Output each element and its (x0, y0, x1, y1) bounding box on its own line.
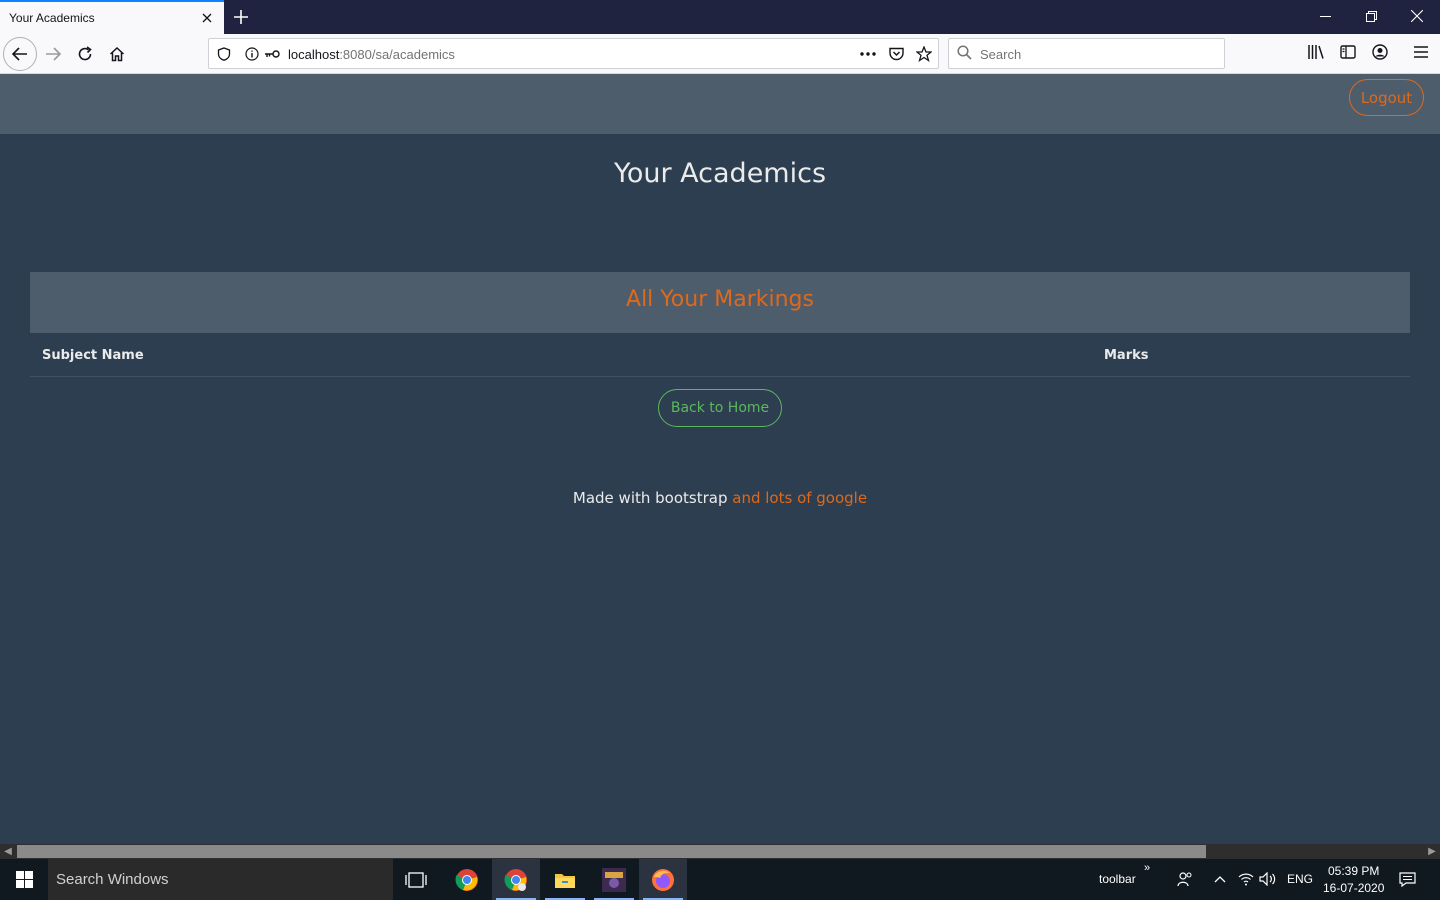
firefox-icon[interactable] (639, 859, 687, 900)
notifications-icon[interactable] (1397, 869, 1417, 889)
new-tab-button[interactable] (230, 6, 252, 28)
search-icon (957, 45, 972, 65)
url-host: localhost (288, 47, 340, 62)
network-icon[interactable] (1236, 869, 1256, 889)
app-thumbnail-icon[interactable] (590, 859, 638, 900)
close-window-icon[interactable] (1394, 0, 1440, 32)
back-to-home-button[interactable]: Back to Home (658, 389, 782, 427)
page-actions-menu-icon[interactable] (859, 45, 877, 63)
pocket-icon[interactable] (887, 45, 905, 63)
scroll-right-arrow-icon[interactable]: ▶ (1424, 844, 1440, 859)
clock-time[interactable]: 05:39 PM (1328, 864, 1379, 878)
table-header-divider (30, 376, 1410, 377)
browser-navigation-bar: localhost:8080/sa/academics Search (0, 34, 1440, 74)
chrome-icon[interactable] (443, 859, 491, 900)
tab-title: Your Academics (9, 11, 95, 25)
scroll-left-arrow-icon[interactable]: ◀ (0, 844, 16, 859)
hamburger-menu-icon[interactable] (1409, 40, 1433, 64)
browser-tab-active[interactable]: Your Academics (0, 0, 224, 34)
toolbar-label[interactable]: toolbar (1099, 872, 1136, 886)
language-indicator[interactable]: ENG (1287, 872, 1313, 886)
taskbar-search-label: Search Windows (56, 871, 169, 888)
toolbar-expand-icon[interactable]: » (1144, 862, 1150, 874)
tab-close-icon[interactable] (199, 10, 215, 26)
account-icon[interactable] (1368, 40, 1392, 64)
search-placeholder: Search (980, 47, 1022, 62)
url-path: :8080/sa/academics (339, 47, 455, 62)
home-icon[interactable] (101, 38, 133, 70)
forward-arrow-icon[interactable] (37, 38, 69, 70)
restore-window-icon[interactable] (1348, 0, 1394, 32)
tracking-shield-icon[interactable] (215, 45, 233, 63)
volume-icon[interactable] (1258, 869, 1278, 889)
markings-card-header: All Your Markings (30, 272, 1410, 333)
chrome-profile-icon[interactable] (492, 859, 540, 900)
table-header-marks: Marks (1104, 348, 1149, 363)
browser-tab-strip: Your Academics (0, 0, 1440, 34)
footer: Made with bootstrap and lots of google (0, 489, 1440, 507)
url-bar[interactable]: localhost:8080/sa/academics (208, 38, 939, 69)
chevron-up-icon[interactable] (1210, 869, 1230, 889)
reload-icon[interactable] (69, 38, 101, 70)
table-header-subject-name: Subject Name (42, 348, 144, 363)
markings-card-title: All Your Markings (626, 287, 814, 312)
back-arrow-icon[interactable] (3, 37, 37, 71)
bookmark-star-icon[interactable] (915, 45, 933, 63)
scrollbar-thumb[interactable] (17, 845, 1206, 858)
page-title: Your Academics (613, 158, 827, 189)
clock-date[interactable]: 16-07-2020 (1323, 881, 1384, 895)
windows-taskbar: Search Windows toolbar » ENG 05:39 PM 16… (0, 859, 1440, 900)
logout-button[interactable]: Logout (1349, 79, 1424, 116)
url-text[interactable]: localhost:8080/sa/academics (288, 47, 455, 62)
footer-text: Made with bootstrap (572, 489, 728, 507)
site-info-icon[interactable] (243, 45, 261, 63)
page-content: Logout Your Academics All Your Markings … (0, 74, 1440, 844)
library-icon[interactable] (1304, 40, 1328, 64)
site-navbar: Logout (0, 74, 1440, 134)
file-explorer-icon[interactable] (541, 859, 589, 900)
horizontal-scrollbar[interactable]: ◀ ▶ (0, 844, 1440, 859)
windows-start-icon[interactable] (0, 859, 48, 900)
key-icon[interactable] (263, 45, 281, 63)
footer-accent-text: and lots of google (732, 489, 868, 507)
sidebar-icon[interactable] (1336, 40, 1360, 64)
taskbar-search-box[interactable]: Search Windows (48, 859, 393, 900)
people-icon[interactable] (1175, 869, 1195, 889)
browser-search-input[interactable]: Search (948, 38, 1225, 69)
minimize-window-icon[interactable] (1302, 0, 1348, 32)
task-view-icon[interactable] (392, 859, 440, 900)
